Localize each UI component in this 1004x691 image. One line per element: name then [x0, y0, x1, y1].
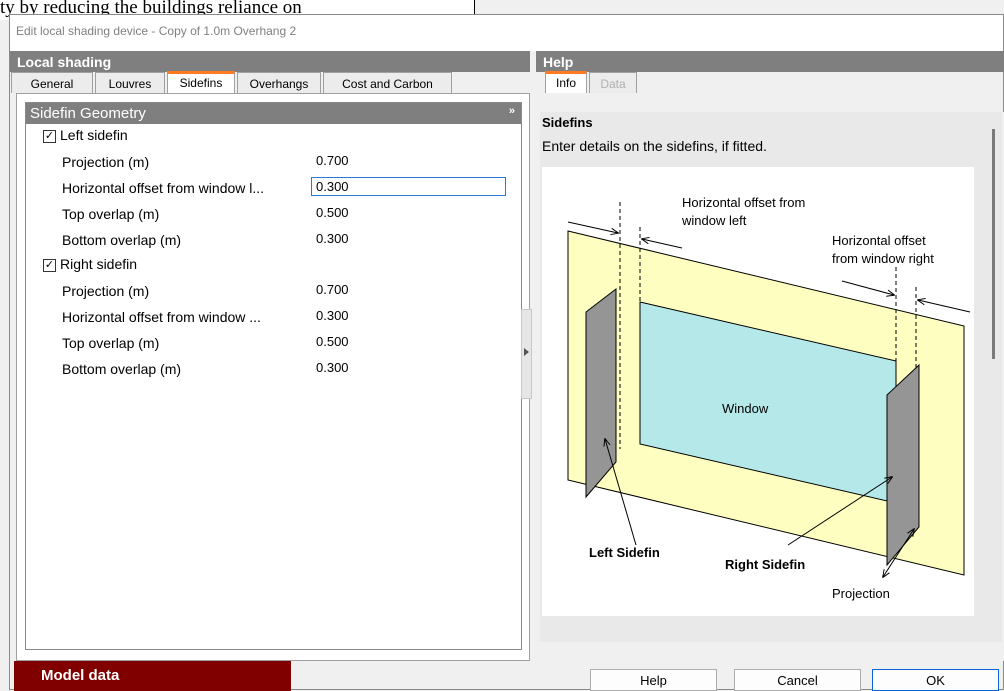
left-bottom-overlap-field[interactable]: 0.300: [311, 229, 506, 248]
left-bottom-overlap-label: Bottom overlap (m): [62, 232, 182, 248]
cancel-button[interactable]: Cancel: [734, 669, 861, 691]
sidefin-geometry-group: Sidefin Geometry » ✓ Left sidefin Projec…: [25, 102, 522, 650]
edit-shading-dialog: Edit local shading device - Copy of 1.0m…: [9, 14, 1004, 691]
help-description: Enter details on the sidefins, if fitted…: [542, 138, 767, 154]
help-scrollbar-thumb[interactable]: [992, 129, 995, 359]
left-offset-arrow-b: [642, 239, 683, 249]
right-projection-label: Projection (m): [62, 283, 150, 299]
offset-right-label-line2: from window right: [832, 251, 934, 266]
right-horizontal-offset-label: Horizontal offset from window ...: [62, 309, 261, 325]
panel-splitter-handle[interactable]: [521, 309, 532, 399]
sidefin-geometry-title: Sidefin Geometry: [30, 105, 146, 122]
tab-info[interactable]: Info: [545, 71, 587, 93]
left-sidefin-diagram-label: Left Sidefin: [589, 545, 660, 560]
help-tabs: Info Data: [536, 71, 1004, 93]
tab-louvres[interactable]: Louvres: [95, 72, 165, 93]
right-sidefin-diagram-label: Right Sidefin: [725, 557, 805, 572]
right-offset-arrow-a: [841, 280, 894, 295]
sidefin-geometry-header[interactable]: Sidefin Geometry »: [26, 103, 521, 124]
tab-cost-and-carbon[interactable]: Cost and Carbon: [323, 72, 452, 93]
right-top-overlap-field[interactable]: 0.500: [311, 332, 506, 351]
left-projection-field[interactable]: 0.700: [311, 151, 506, 170]
right-projection-field[interactable]: 0.700: [311, 280, 506, 299]
tab-overhangs[interactable]: Overhangs: [237, 72, 321, 93]
left-projection-label: Projection (m): [62, 154, 150, 170]
sidefins-panel: Sidefin Geometry » ✓ Left sidefin Projec…: [16, 93, 530, 661]
left-top-overlap-label: Top overlap (m): [62, 206, 160, 222]
expand-arrow-icon[interactable]: [524, 348, 529, 356]
left-offset-arrow-a: [567, 221, 618, 233]
right-sidefin-checkbox[interactable]: ✓: [43, 259, 56, 272]
tab-general[interactable]: General: [11, 72, 93, 93]
help-header: Help: [536, 51, 1004, 72]
local-shading-tabs: General Louvres Sidefins Overhangs Cost …: [10, 71, 530, 93]
dialog-footer: Model data Help Cancel OK: [10, 661, 1004, 691]
right-bottom-overlap-field[interactable]: 0.300: [311, 358, 506, 377]
left-top-overlap-field[interactable]: 0.500: [311, 203, 506, 222]
left-fin-shape: [585, 287, 617, 499]
ok-button[interactable]: OK: [872, 669, 999, 691]
right-top-overlap-label: Top overlap (m): [62, 335, 160, 351]
right-bottom-overlap-label: Bottom overlap (m): [62, 361, 182, 377]
right-horizontal-offset-field[interactable]: 0.300: [311, 306, 506, 325]
offset-right-label-line1: Horizontal offset: [832, 233, 926, 248]
left-sidefin-checkbox[interactable]: ✓: [43, 130, 56, 143]
local-shading-header: Local shading: [10, 51, 530, 72]
dialog-title: Edit local shading device - Copy of 1.0m…: [10, 15, 1003, 51]
help-content: Sidefins Enter details on the sidefins, …: [540, 112, 1002, 642]
right-sidefin-label: Right sidefin: [60, 256, 138, 272]
offset-left-label-line2: window left: [681, 213, 747, 228]
tab-sidefins[interactable]: Sidefins: [167, 71, 235, 93]
right-offset-arrow-b: [918, 300, 971, 313]
left-horizontal-offset-field[interactable]: 0.300: [311, 177, 506, 196]
tab-data: Data: [589, 72, 637, 93]
collapse-icon[interactable]: »: [509, 105, 515, 117]
help-panel: Sidefins Enter details on the sidefins, …: [540, 112, 1004, 661]
model-data-tab[interactable]: Model data: [14, 661, 291, 691]
offset-left-label-line1: Horizontal offset from: [682, 195, 805, 210]
sidefin-diagram: Horizontal offset from window left Horiz…: [542, 167, 974, 616]
projection-label: Projection: [832, 586, 890, 601]
left-horizontal-offset-label: Horizontal offset from window l...: [62, 180, 265, 196]
window-label: Window: [722, 401, 769, 416]
help-title: Sidefins: [542, 115, 593, 130]
left-sidefin-label: Left sidefin: [60, 127, 128, 143]
help-button[interactable]: Help: [590, 669, 717, 691]
